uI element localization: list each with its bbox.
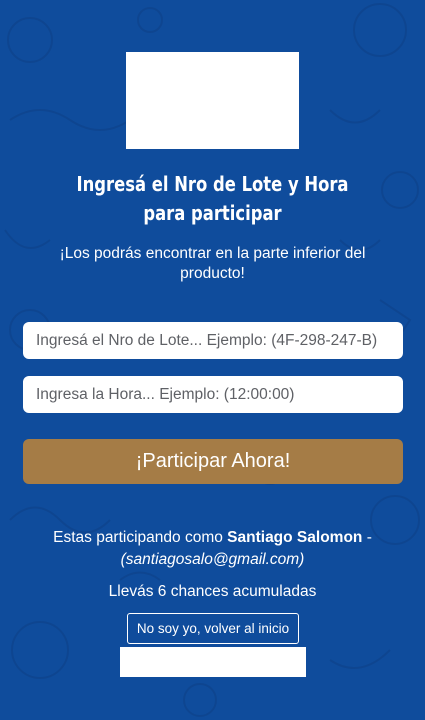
user-name: Santiago Salomon: [227, 529, 363, 546]
brand-logo-placeholder: [126, 52, 299, 149]
participating-as-text: Estas participando como Santiago Salomon…: [30, 527, 395, 571]
hour-input[interactable]: [23, 376, 403, 413]
lote-number-input[interactable]: [23, 322, 403, 359]
participate-now-button[interactable]: ¡Participar Ahora!: [23, 439, 403, 484]
not-me-back-button[interactable]: No soy yo, volver al inicio: [127, 613, 299, 644]
user-email: (santiagosalo@gmail.com): [120, 551, 305, 568]
participating-prefix: Estas participando como: [53, 529, 228, 546]
bottom-placeholder-box: [120, 647, 306, 677]
chances-count-text: Llevás 6 chances acumuladas: [108, 583, 317, 600]
page-title: Ingresá el Nro de Lote y Hora para parti…: [76, 172, 349, 225]
user-separator: -: [362, 529, 372, 546]
page-subtitle: ¡Los podrás encontrar en la parte inferi…: [59, 245, 366, 282]
